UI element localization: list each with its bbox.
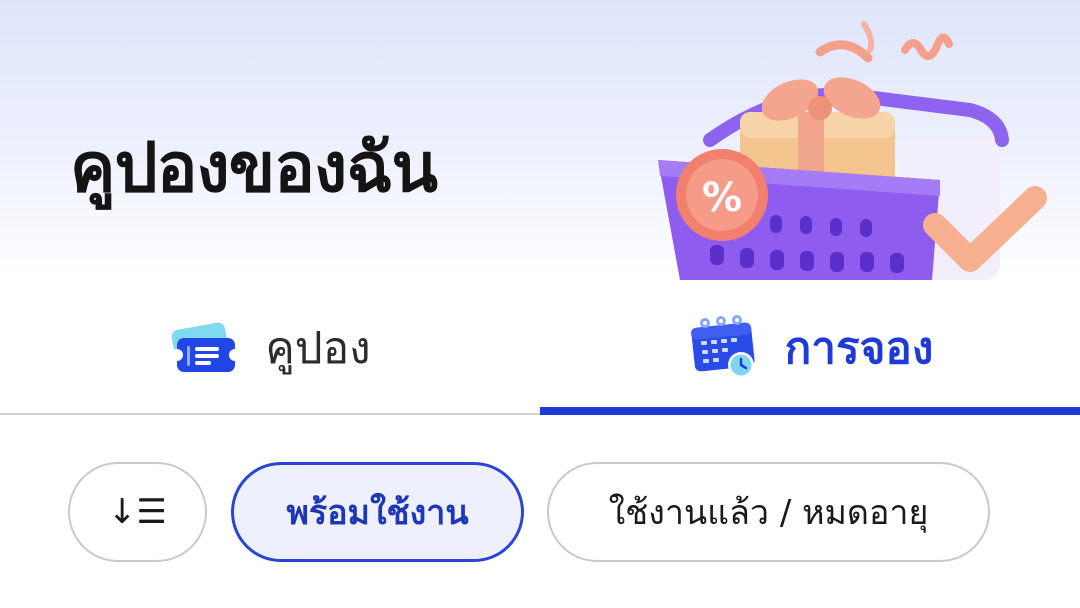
filter-chip-used-expired-label: ใช้งานแล้ว / หมดอายุ xyxy=(608,493,929,533)
sort-button[interactable]: ↓☰ xyxy=(68,462,207,562)
page-title: คูปองของฉัน xyxy=(70,129,438,208)
filter-chip-used-expired[interactable]: ใช้งานแล้ว / หมดอายุ xyxy=(547,462,990,562)
my-coupons-page: คูปองของฉัน % คูปอง การจอง ↓☰ พร้อมใช้งา… xyxy=(0,0,1080,608)
filter-chip-ready-label: พร้อมใช้งาน xyxy=(286,493,469,533)
filter-bar: ↓☰ พร้อมใช้งาน ใช้งานแล้ว / หมดอายุ xyxy=(0,462,1080,562)
tab-booking[interactable]: การจอง xyxy=(540,280,1080,415)
svg-text:%: % xyxy=(702,175,742,221)
tab-coupon[interactable]: คูปอง xyxy=(0,280,540,415)
calendar-clock-icon xyxy=(690,314,755,378)
tab-coupon-label: คูปอง xyxy=(265,322,371,374)
tab-booking-label: การจอง xyxy=(784,322,934,374)
shopping-basket-gift-icon: % xyxy=(658,21,1047,280)
filter-chip-ready[interactable]: พร้อมใช้งาน xyxy=(231,462,524,562)
ticket-icon xyxy=(171,322,240,372)
active-tab-indicator xyxy=(540,407,1080,415)
sort-icon: ↓☰ xyxy=(108,492,167,532)
tab-bar: คูปอง การจอง xyxy=(0,280,1080,415)
page-header: คูปองของฉัน % xyxy=(0,0,1080,280)
